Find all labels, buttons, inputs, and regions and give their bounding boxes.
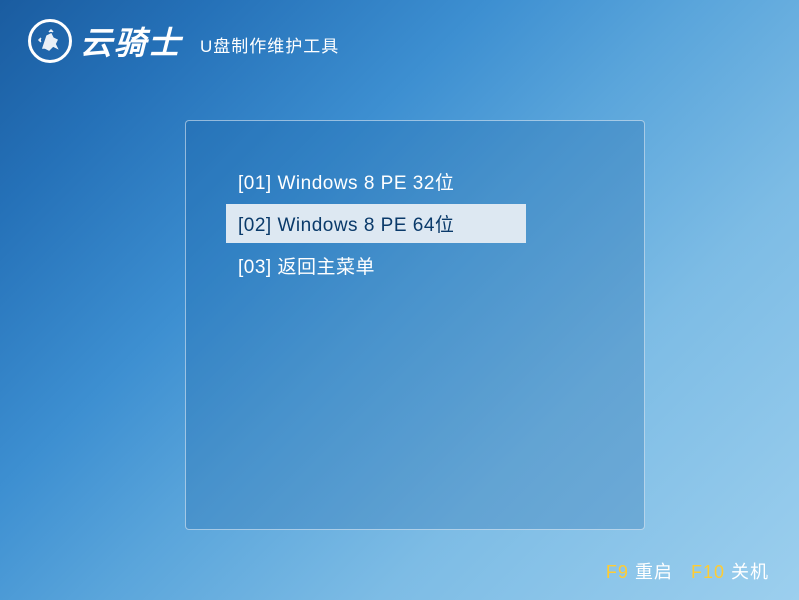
brand-logo-icon [28,19,72,63]
brand-name: 云骑士 [80,18,182,64]
restart-key: F9 [606,562,629,582]
shutdown-key: F10 [691,562,725,582]
footer-hotkeys: F9 重启 F10 关机 [606,558,769,584]
restart-label: 重启 [635,562,673,582]
header: 云骑士 U盘制作维护工具 [28,18,339,64]
menu-item-win8pe32[interactable]: [01] Windows 8 PE 32位 [226,162,526,201]
menu-item-return[interactable]: [03] 返回主菜单 [226,246,526,285]
knight-icon [35,26,65,56]
shutdown-label: 关机 [731,562,769,582]
menu-item-win8pe64[interactable]: [02] Windows 8 PE 64位 [226,204,526,243]
app-subtitle: U盘制作维护工具 [200,32,339,57]
boot-menu: [01] Windows 8 PE 32位 [02] Windows 8 PE … [185,120,645,530]
